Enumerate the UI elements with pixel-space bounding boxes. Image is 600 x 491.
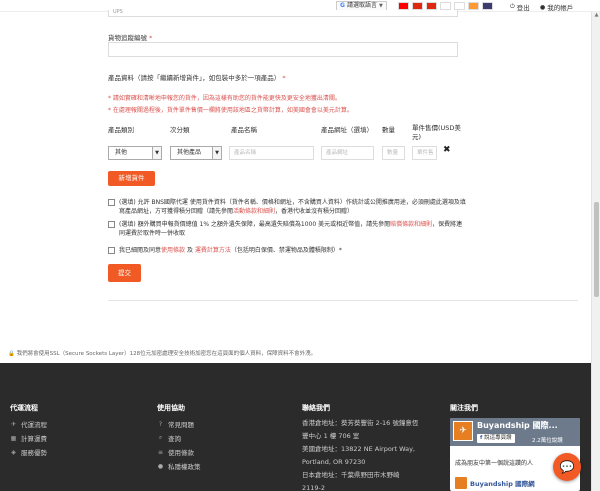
buyandship-logo-icon <box>455 477 467 489</box>
facebook-page-name[interactable]: Buyandship 國際... <box>477 420 558 431</box>
dropdown-arrow-icon: ▼ <box>152 147 161 159</box>
scrollbar[interactable]: ▲ <box>591 12 600 491</box>
caret-down-icon: ▼ <box>378 3 383 9</box>
checkbox-row-agree: 我已細閱及同意使用條款 及 運費計算方法（包括明白保價、禁運物品及體積限制）* <box>108 246 468 255</box>
ssl-note: 🔒 我們將會使用SSL（Secure Sockets Layer）128位元加密… <box>8 351 317 357</box>
footer-heading: 關注我們 <box>450 404 478 412</box>
header-name: 產品名稱 <box>231 126 257 134</box>
terms-icon: ≡ <box>157 448 164 456</box>
contact-line: Portland, OR 97230 <box>302 458 366 466</box>
footer-link[interactable]: ✈ 代運流程 <box>10 419 47 430</box>
search-icon: ⌕ <box>158 434 163 441</box>
agree-checkbox[interactable] <box>108 247 115 254</box>
facebook-like-button[interactable]: f 說這專頁讚 <box>477 434 515 443</box>
dropdown-arrow-icon: ▼ <box>212 147 221 159</box>
chat-bubble-icon[interactable]: 💬 <box>553 453 581 481</box>
my-account-link[interactable]: ● 我的帳戶 <box>540 2 573 13</box>
lock-icon: 🔒 <box>8 351 15 357</box>
flag-hong-kong-icon[interactable] <box>412 2 423 10</box>
footer-link[interactable]: ● 私隱權政策 <box>157 461 201 472</box>
product-section-label: 產品資料（請按「繼續新增貨件」，如包裝中多於一項產品） * <box>108 74 286 82</box>
product-url-input[interactable]: 產品網址 <box>321 146 374 160</box>
category-select[interactable]: 其他 ▼ <box>108 146 162 160</box>
tracking-label: 貨物追蹤編號 * <box>108 34 153 42</box>
logout-link[interactable]: ⏻ 登出 <box>510 2 530 12</box>
flag-india-icon[interactable] <box>468 2 479 10</box>
contact-line: 豐中心 1 樓 706 室 <box>302 432 360 440</box>
insurance-checkbox[interactable] <box>108 221 115 228</box>
product-name-input[interactable]: 產品名稱 <box>229 146 314 160</box>
footer-link[interactable]: ≡ 使用條款 <box>157 447 201 458</box>
flag-list <box>398 2 493 10</box>
stats-checkbox[interactable] <box>108 199 115 206</box>
flag-taiwan-icon[interactable] <box>398 2 409 10</box>
remove-row-icon[interactable]: ✖ <box>443 145 451 155</box>
shipping-method-field[interactable]: UPS <box>108 10 458 17</box>
user-icon: ● <box>157 462 164 470</box>
footer-heading: 代運流程 <box>10 404 38 412</box>
footer-col-contact: 聯絡我們 香港倉地址：葵芳葵豐街 2-16 號鐘意恆 豐中心 1 樓 706 室美… <box>302 403 418 491</box>
divider <box>108 300 578 301</box>
contact-line: 日本倉地址：千葉県野田市木野崎 <box>302 471 400 479</box>
tracking-input[interactable] <box>108 42 458 57</box>
calculator-icon: ▦ <box>10 434 17 442</box>
facebook-like-count: 2.2萬位說讚 <box>532 438 563 444</box>
user-icon: ● <box>540 3 546 11</box>
submit-button[interactable]: 提交 <box>108 264 141 282</box>
contact-line: 2119-2 <box>302 484 326 491</box>
footer-col-help: 使用協助 ? 常見問題 ⌕ 查詢 ≡ 使用條款 ● 私隱權政策 <box>157 403 201 475</box>
footer-link[interactable]: ⌕ 查詢 <box>157 433 201 443</box>
campaign-terms-link[interactable]: 活動條款和細則 <box>233 208 275 215</box>
plane-icon: ✈ <box>10 420 17 428</box>
footer-heading: 使用協助 <box>157 404 185 412</box>
note-2: * 在處理報關過程後，貨件單件售價一欄將使用該地區之貨幣計算，如美國會會以美元計… <box>108 107 353 114</box>
footer-col-social: 關注我們 <box>450 403 478 419</box>
cube-icon: ◈ <box>11 448 16 456</box>
compensation-terms-link[interactable]: 賠償條款和細則 <box>390 221 432 228</box>
subcategory-select[interactable]: 其他產品 ▼ <box>170 146 222 160</box>
facebook-post[interactable]: Buyandship 國際網 <box>455 477 535 489</box>
footer-heading: 聯絡我們 <box>302 404 330 412</box>
footer-link[interactable]: ? 常見問題 <box>157 419 201 430</box>
flag-usa-icon[interactable] <box>482 2 493 10</box>
language-label: 請選取語言 <box>346 2 377 9</box>
contact-line: 美國倉地址：13822 NE Airport Way, <box>302 445 416 453</box>
scrollbar-thumb[interactable] <box>594 202 599 297</box>
flag-korea-icon[interactable] <box>454 2 465 10</box>
note-1: * 請如實確和清晰地申報您的貨件，因為這樣有助您的貨件能更快及更安全地獲出清關。 <box>108 95 341 102</box>
flag-china-icon[interactable] <box>426 2 437 10</box>
header-url: 產品網址（選填） <box>321 126 373 134</box>
footer-col-shipping: 代運流程 ✈ 代運流程 ▦ 計算運費 ◈ 服務優勢 <box>10 403 47 461</box>
header-category: 產品類別 <box>108 126 134 134</box>
header-price: 單件售價(USD美元) <box>412 124 461 141</box>
contact-line: 香港倉地址：葵芳葵豐街 2-16 號鐘意恆 <box>302 419 419 427</box>
quantity-input[interactable]: 數量 <box>382 146 405 160</box>
google-translate-icon: G <box>340 2 345 9</box>
facebook-cover: ✈ Buyandship 國際... f 說這專頁讚 2.2萬位說讚 <box>450 418 580 446</box>
facebook-icon: f <box>480 435 483 441</box>
header-subcategory: 次分類 <box>170 126 190 134</box>
scroll-up-icon[interactable]: ▲ <box>592 12 600 21</box>
logout-icon: ⏻ <box>510 3 515 10</box>
buyandship-logo-icon: ✈ <box>453 421 473 441</box>
checkbox-row-stats: (選填) 允許 BNS國際代運 使用貨件資料（貨件名稱、價格和網址，不含購買人資… <box>108 198 468 216</box>
checkbox-row-insurance: (選填) 額外購買申報貨價總值 1% 之額外遺失保障，最高遺失賠償為1000 美… <box>108 220 468 238</box>
footer-link[interactable]: ◈ 服務優勢 <box>10 447 47 458</box>
shipping-calc-link[interactable]: 運費計算方法 <box>195 247 231 254</box>
footer-link[interactable]: ▦ 計算運費 <box>10 433 47 444</box>
header-qty: 數量 <box>382 126 395 134</box>
terms-of-use-link[interactable]: 使用條款 <box>161 247 185 254</box>
facebook-friends-text: 成為朋友中第一個說這讚的人 <box>455 460 534 467</box>
question-icon: ? <box>158 420 163 428</box>
price-input[interactable]: 單件售價 <box>412 146 437 160</box>
flag-japan-icon[interactable] <box>440 2 451 10</box>
add-item-button[interactable]: 新增貨件 <box>108 171 155 186</box>
